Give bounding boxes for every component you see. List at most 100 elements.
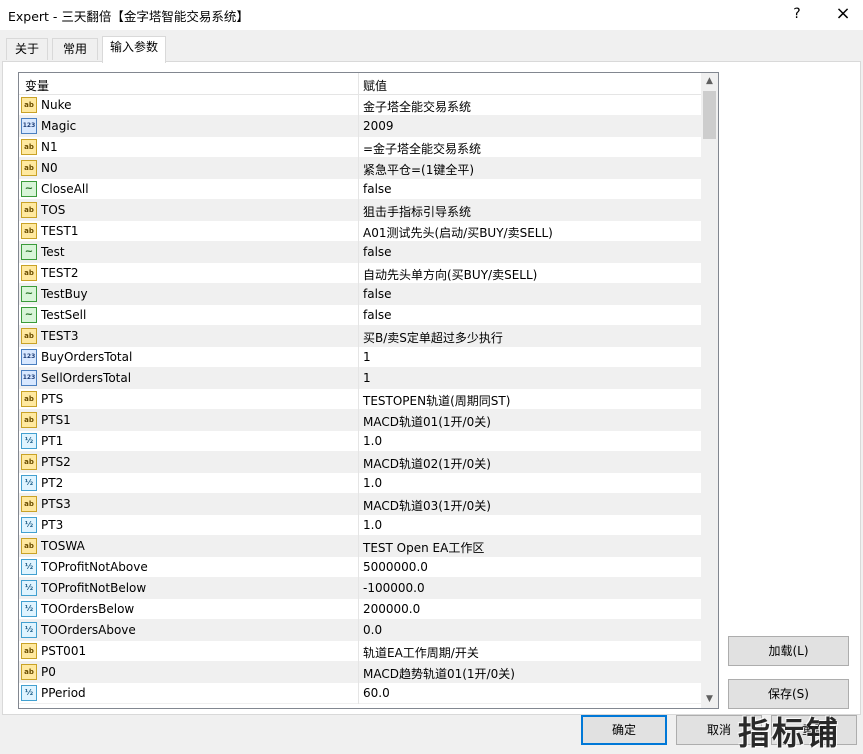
param-row[interactable]: ½ PT1 1.0 xyxy=(19,431,701,452)
param-name: TOProfitNotAbove xyxy=(41,560,148,574)
param-value[interactable]: 0.0 xyxy=(363,623,382,637)
column-divider xyxy=(358,347,359,368)
param-value[interactable]: 1.0 xyxy=(363,434,382,448)
param-name: TOOrdersBelow xyxy=(41,602,135,616)
boolean-type-icon: ~ xyxy=(21,244,37,260)
param-row[interactable]: ½ TOProfitNotAbove 5000000.0 xyxy=(19,557,701,578)
param-name: PPeriod xyxy=(41,686,86,700)
param-row[interactable]: 123 Magic 2009 xyxy=(19,116,701,137)
column-divider xyxy=(358,389,359,410)
window-title: Expert - 三天翻倍【金字塔智能交易系统】 xyxy=(8,9,249,24)
param-value[interactable]: 200000.0 xyxy=(363,602,420,616)
param-value[interactable]: 自动先头单方向(买BUY/卖SELL) xyxy=(363,266,537,283)
double-type-icon: ½ xyxy=(21,517,37,533)
param-row[interactable]: ab PTS3 MACD轨道03(1开/0关) xyxy=(19,494,701,515)
param-row[interactable]: ½ PT3 1.0 xyxy=(19,515,701,536)
param-name: PTS xyxy=(41,392,64,406)
param-row[interactable]: ab Nuke 金子塔全能交易系统 xyxy=(19,95,701,116)
column-divider xyxy=(358,557,359,578)
param-value[interactable]: MACD趋势轨道01(1开/0关) xyxy=(363,665,515,682)
param-row[interactable]: ab TEST2 自动先头单方向(买BUY/卖SELL) xyxy=(19,263,701,284)
param-row[interactable]: ab TOS 狙击手指标引导系统 xyxy=(19,200,701,221)
param-name: Magic xyxy=(41,119,77,133)
param-row[interactable]: ~ Test false xyxy=(19,242,701,263)
column-divider xyxy=(358,242,359,263)
param-value[interactable]: false xyxy=(363,245,392,259)
param-row[interactable]: ½ TOProfitNotBelow -100000.0 xyxy=(19,578,701,599)
param-value[interactable]: =金子塔全能交易系统 xyxy=(363,140,481,157)
param-row[interactable]: ~ TestBuy false xyxy=(19,284,701,305)
scroll-up-arrow-icon[interactable]: ▲ xyxy=(701,73,718,90)
param-row[interactable]: ab PTS2 MACD轨道02(1开/0关) xyxy=(19,452,701,473)
param-value[interactable]: TEST Open EA工作区 xyxy=(363,539,484,556)
param-value[interactable]: 1.0 xyxy=(363,518,382,532)
header-divider[interactable] xyxy=(358,73,359,95)
param-row[interactable]: ab P0 MACD趋势轨道01(1开/0关) xyxy=(19,662,701,683)
param-row[interactable]: ab PTS1 MACD轨道01(1开/0关) xyxy=(19,410,701,431)
param-name: PT3 xyxy=(41,518,64,532)
param-value[interactable]: 5000000.0 xyxy=(363,560,428,574)
param-row[interactable]: ab TEST1 A01测试先头(启动/买BUY/卖SELL) xyxy=(19,221,701,242)
param-value[interactable]: false xyxy=(363,182,392,196)
param-row[interactable]: ab PST001 轨道EA工作周期/开关 xyxy=(19,641,701,662)
param-value[interactable]: MACD轨道03(1开/0关) xyxy=(363,497,491,514)
param-row[interactable]: ab TEST3 买B/卖S定单超过多少执行 xyxy=(19,326,701,347)
param-value[interactable]: 2009 xyxy=(363,119,394,133)
param-value[interactable]: TESTOPEN轨道(周期同ST) xyxy=(363,392,510,409)
string-type-icon: ab xyxy=(21,97,37,113)
param-row[interactable]: ~ TestSell false xyxy=(19,305,701,326)
param-value[interactable]: 金子塔全能交易系统 xyxy=(363,98,471,115)
double-type-icon: ½ xyxy=(21,559,37,575)
double-type-icon: ½ xyxy=(21,622,37,638)
ok-button[interactable]: 确定 xyxy=(581,715,667,745)
column-divider xyxy=(358,158,359,179)
param-value[interactable]: 1 xyxy=(363,350,371,364)
param-row[interactable]: ab PTS TESTOPEN轨道(周期同ST) xyxy=(19,389,701,410)
close-button[interactable]: × xyxy=(826,2,860,26)
column-divider xyxy=(358,200,359,221)
grid-header: 变量 赋值 xyxy=(19,73,701,95)
header-value[interactable]: 赋值 xyxy=(363,77,387,94)
param-name: PT1 xyxy=(41,434,64,448)
param-value[interactable]: MACD轨道01(1开/0关) xyxy=(363,413,491,430)
tab-common[interactable]: 常用 xyxy=(52,38,98,60)
load-button[interactable]: 加载(L) xyxy=(728,636,849,666)
param-value[interactable]: false xyxy=(363,308,392,322)
param-value[interactable]: false xyxy=(363,287,392,301)
param-row[interactable]: ab N1 =金子塔全能交易系统 xyxy=(19,137,701,158)
param-row[interactable]: ½ PPeriod 60.0 xyxy=(19,683,701,704)
param-row[interactable]: ½ TOOrdersBelow 200000.0 xyxy=(19,599,701,620)
integer-type-icon: 123 xyxy=(21,370,37,386)
scroll-down-arrow-icon[interactable]: ▼ xyxy=(701,691,718,708)
param-row[interactable]: 123 BuyOrdersTotal 1 xyxy=(19,347,701,368)
param-row[interactable]: ½ PT2 1.0 xyxy=(19,473,701,494)
column-divider xyxy=(358,284,359,305)
param-value[interactable]: 狙击手指标引导系统 xyxy=(363,203,471,220)
vertical-scrollbar[interactable]: ▲ ▼ xyxy=(701,73,718,708)
save-button[interactable]: 保存(S) xyxy=(728,679,849,709)
scroll-thumb[interactable] xyxy=(703,91,716,139)
param-name: N1 xyxy=(41,140,58,154)
param-value[interactable]: -100000.0 xyxy=(363,581,425,595)
param-value[interactable]: 60.0 xyxy=(363,686,390,700)
column-divider xyxy=(358,116,359,137)
param-name: PST001 xyxy=(41,644,87,658)
param-value[interactable]: 轨道EA工作周期/开关 xyxy=(363,644,479,661)
param-row[interactable]: ~ CloseAll false xyxy=(19,179,701,200)
param-value[interactable]: 买B/卖S定单超过多少执行 xyxy=(363,329,503,346)
param-row[interactable]: ab TOSWA TEST Open EA工作区 xyxy=(19,536,701,557)
help-button[interactable]: ? xyxy=(782,2,812,26)
column-divider xyxy=(358,431,359,452)
tab-about[interactable]: 关于 xyxy=(6,38,48,60)
header-variable[interactable]: 变量 xyxy=(25,77,49,94)
param-value[interactable]: 1.0 xyxy=(363,476,382,490)
param-row[interactable]: ½ TOOrdersAbove 0.0 xyxy=(19,620,701,641)
param-name: PTS3 xyxy=(41,497,71,511)
param-row[interactable]: 123 SellOrdersTotal 1 xyxy=(19,368,701,389)
param-value[interactable]: 1 xyxy=(363,371,371,385)
param-value[interactable]: 紧急平仓=(1键全平) xyxy=(363,161,474,178)
param-value[interactable]: MACD轨道02(1开/0关) xyxy=(363,455,491,472)
param-row[interactable]: ab N0 紧急平仓=(1键全平) xyxy=(19,158,701,179)
param-value[interactable]: A01测试先头(启动/买BUY/卖SELL) xyxy=(363,224,553,241)
tab-inputs[interactable]: 输入参数 xyxy=(102,36,166,63)
